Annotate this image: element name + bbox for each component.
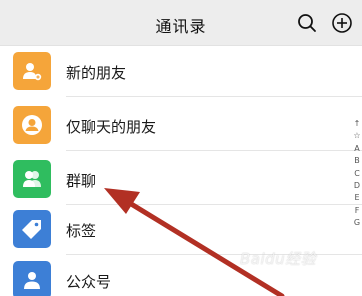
list-item-chat-only-friends[interactable]: 仅聊天的朋友 — [0, 100, 362, 151]
list-item-label: 标签 — [66, 222, 97, 240]
divider — [66, 96, 362, 97]
index-letter[interactable]: E — [352, 192, 362, 204]
list-item-label: 仅聊天的朋友 — [66, 118, 157, 136]
divider — [66, 150, 362, 151]
official-account-icon — [13, 261, 51, 296]
list-item-label: 群聊 — [66, 172, 97, 190]
watermark-logo: Baidu经验 — [240, 250, 317, 268]
index-letter[interactable]: A — [352, 143, 362, 155]
list-item-label: 公众号 — [66, 273, 112, 291]
add-friend-icon — [13, 52, 51, 90]
chat-only-friend-icon — [13, 106, 51, 144]
list-item-new-friends[interactable]: 新的朋友 — [0, 46, 362, 97]
index-letter[interactable]: F — [352, 205, 362, 217]
index-letter[interactable]: D — [352, 180, 362, 192]
group-chat-icon — [13, 160, 51, 198]
alphabet-index-bar[interactable]: ↑ ☆ A B C D E F G — [352, 118, 362, 230]
search-icon[interactable] — [296, 12, 318, 34]
index-letter[interactable]: ↑ — [352, 118, 362, 130]
add-icon[interactable] — [331, 12, 353, 34]
top-navigation-bar: 通讯录 — [0, 0, 362, 46]
list-item-group-chats[interactable]: 群聊 — [0, 154, 362, 205]
index-letter[interactable]: C — [352, 168, 362, 180]
index-letter[interactable]: ☆ — [352, 130, 362, 142]
index-letter[interactable]: B — [352, 155, 362, 167]
list-item-label: 新的朋友 — [66, 64, 127, 82]
index-letter[interactable]: G — [352, 217, 362, 229]
tag-icon — [13, 210, 51, 248]
